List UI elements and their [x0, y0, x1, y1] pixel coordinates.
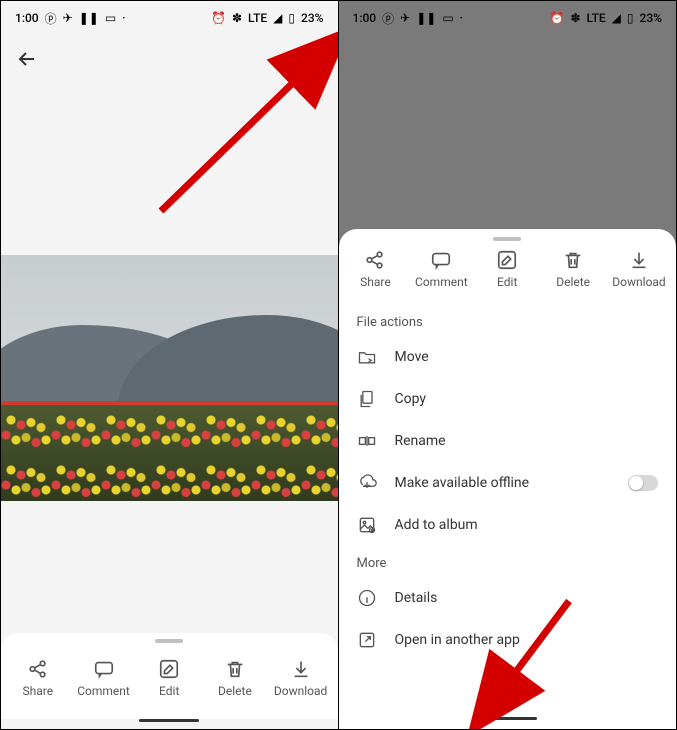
- action-sheet: Share Comment Edit Delete Download: [339, 229, 677, 729]
- status-time: 1:00: [15, 11, 39, 25]
- alarm-icon: ⏰: [211, 11, 226, 25]
- back-button[interactable]: [15, 47, 39, 71]
- status-icon: ⓟ: [45, 10, 57, 27]
- delete-button[interactable]: Delete: [205, 658, 265, 698]
- status-icon: ⓟ: [382, 10, 394, 27]
- menu-offline[interactable]: Make available offline: [339, 462, 677, 504]
- section-more: More: [339, 546, 677, 577]
- delete-label: Delete: [218, 684, 252, 698]
- telegram-icon: ✈: [63, 11, 73, 25]
- share-label: Share: [360, 275, 391, 289]
- battery-label: 23%: [640, 11, 662, 25]
- nav-bar: [339, 717, 677, 727]
- phone-sheet-screen: 1:00 ⓟ ✈ ❚❚ ▭ · ⏰ ✽ LTE ◢ ▯ 23% Share: [339, 1, 677, 729]
- section-file-actions: File actions: [339, 305, 677, 336]
- signal-icon: ◢: [612, 11, 621, 25]
- bluetooth-icon: ✽: [570, 11, 580, 25]
- offline-toggle[interactable]: [628, 475, 658, 491]
- menu-offline-label: Make available offline: [395, 475, 611, 491]
- status-bar: 1:00 ⓟ ✈ ❚❚ ▭ · ⏰ ✽ LTE ◢ ▯ 23%: [339, 1, 677, 35]
- battery-icon: ▯: [288, 11, 295, 25]
- more-button[interactable]: [300, 47, 324, 71]
- share-button[interactable]: Share: [345, 249, 405, 289]
- chat-icon: ▭: [442, 11, 453, 25]
- edit-button[interactable]: Edit: [477, 249, 537, 289]
- alarm-icon: ⏰: [550, 11, 565, 25]
- menu-rename-label: Rename: [395, 433, 659, 449]
- signal-icon: ◢: [273, 11, 282, 25]
- menu-rename[interactable]: Rename: [339, 420, 677, 462]
- top-bar: [1, 35, 338, 83]
- dot-icon: ·: [122, 11, 125, 25]
- chat-icon: ▭: [105, 11, 116, 25]
- menu-add-album[interactable]: Add to album: [339, 504, 677, 546]
- share-label: Share: [23, 684, 54, 698]
- edit-label: Edit: [159, 684, 179, 698]
- comment-label: Comment: [77, 684, 130, 698]
- menu-add-album-label: Add to album: [395, 517, 659, 533]
- nav-bar: [1, 719, 338, 729]
- battery-icon: ▯: [627, 11, 634, 25]
- download-label: Download: [612, 275, 665, 289]
- edit-label: Edit: [497, 275, 517, 289]
- delete-button[interactable]: Delete: [543, 249, 603, 289]
- battery-label: 23%: [301, 11, 323, 25]
- dot-icon: ·: [460, 11, 463, 25]
- bottom-toolbar: Share Comment Edit Delete Download: [1, 633, 338, 719]
- download-button[interactable]: Download: [609, 249, 669, 289]
- download-button[interactable]: Download: [271, 658, 331, 698]
- download-label: Download: [274, 684, 327, 698]
- menu-copy[interactable]: Copy: [339, 378, 677, 420]
- status-bar: 1:00 ⓟ ✈ ❚❚ ▭ · ⏰ ✽ LTE ◢ ▯ 23%: [1, 1, 338, 35]
- menu-move-label: Move: [395, 349, 659, 365]
- pause-icon: ❚❚: [416, 11, 436, 25]
- pause-icon: ❚❚: [79, 11, 99, 25]
- menu-copy-label: Copy: [395, 391, 659, 407]
- comment-label: Comment: [415, 275, 468, 289]
- network-label: LTE: [587, 11, 606, 25]
- network-label: LTE: [248, 11, 267, 25]
- menu-open-external[interactable]: Open in another app: [339, 619, 677, 661]
- menu-details-label: Details: [395, 590, 659, 606]
- share-button[interactable]: Share: [8, 658, 68, 698]
- menu-move[interactable]: Move: [339, 336, 677, 378]
- comment-button[interactable]: Comment: [411, 249, 471, 289]
- bluetooth-icon: ✽: [232, 11, 242, 25]
- phone-viewer-screen: 1:00 ⓟ ✈ ❚❚ ▭ · ⏰ ✽ LTE ◢ ▯ 23%: [1, 1, 339, 729]
- comment-button[interactable]: Comment: [74, 658, 134, 698]
- sheet-toolbar: Share Comment Edit Delete Download: [339, 229, 677, 305]
- photo-area[interactable]: [1, 83, 338, 633]
- telegram-icon: ✈: [400, 11, 410, 25]
- status-time: 1:00: [353, 11, 377, 25]
- menu-details[interactable]: Details: [339, 577, 677, 619]
- menu-open-external-label: Open in another app: [395, 632, 659, 648]
- edit-button[interactable]: Edit: [139, 658, 199, 698]
- delete-label: Delete: [556, 275, 590, 289]
- photo-image: [1, 255, 338, 501]
